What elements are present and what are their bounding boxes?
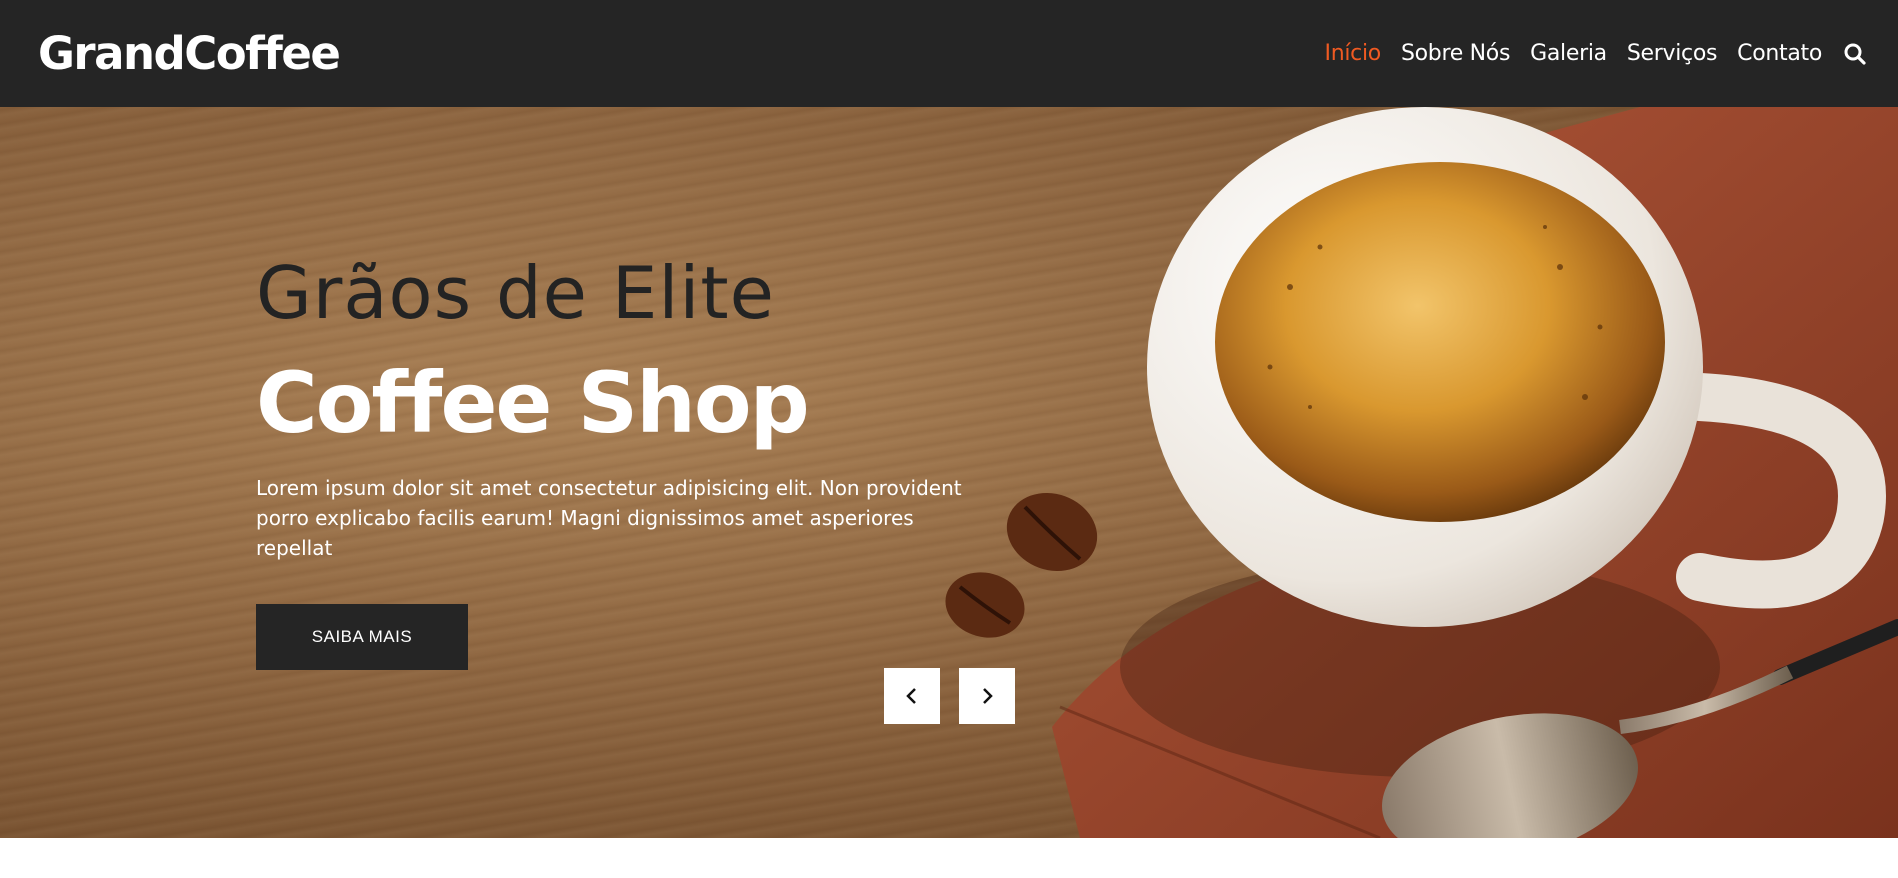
hero-subtitle: Grãos de Elite xyxy=(256,251,775,335)
hero-content: Grãos de Elite Coffee Shop Lorem ipsum d… xyxy=(256,257,976,670)
nav-link-inicio[interactable]: Início xyxy=(1325,41,1382,66)
main-nav: Início Sobre Nós Galeria Serviços Contat… xyxy=(1305,39,1870,69)
chevron-right-icon xyxy=(983,688,993,704)
hero-slider: Grãos de Elite Coffee Shop Lorem ipsum d… xyxy=(0,107,1898,838)
slider-next-button[interactable] xyxy=(959,668,1015,724)
saiba-mais-button[interactable]: SAIBA MAIS xyxy=(256,604,468,670)
hero-title: Coffee Shop xyxy=(256,354,810,452)
search-button[interactable] xyxy=(1840,39,1870,69)
nav-link-sobre-nos[interactable]: Sobre Nós xyxy=(1401,41,1510,66)
brand-logo[interactable]: GrandCoffee xyxy=(38,27,341,80)
hero-description: Lorem ipsum dolor sit amet consectetur a… xyxy=(256,476,962,560)
top-navbar: GrandCoffee Início Sobre Nós Galeria Ser… xyxy=(0,0,1898,107)
search-icon xyxy=(1844,43,1866,65)
nav-link-servicos[interactable]: Serviços xyxy=(1627,41,1718,66)
slider-prev-button[interactable] xyxy=(884,668,940,724)
chevron-left-icon xyxy=(906,688,916,704)
nav-link-galeria[interactable]: Galeria xyxy=(1530,41,1607,66)
nav-link-contato[interactable]: Contato xyxy=(1737,41,1822,66)
